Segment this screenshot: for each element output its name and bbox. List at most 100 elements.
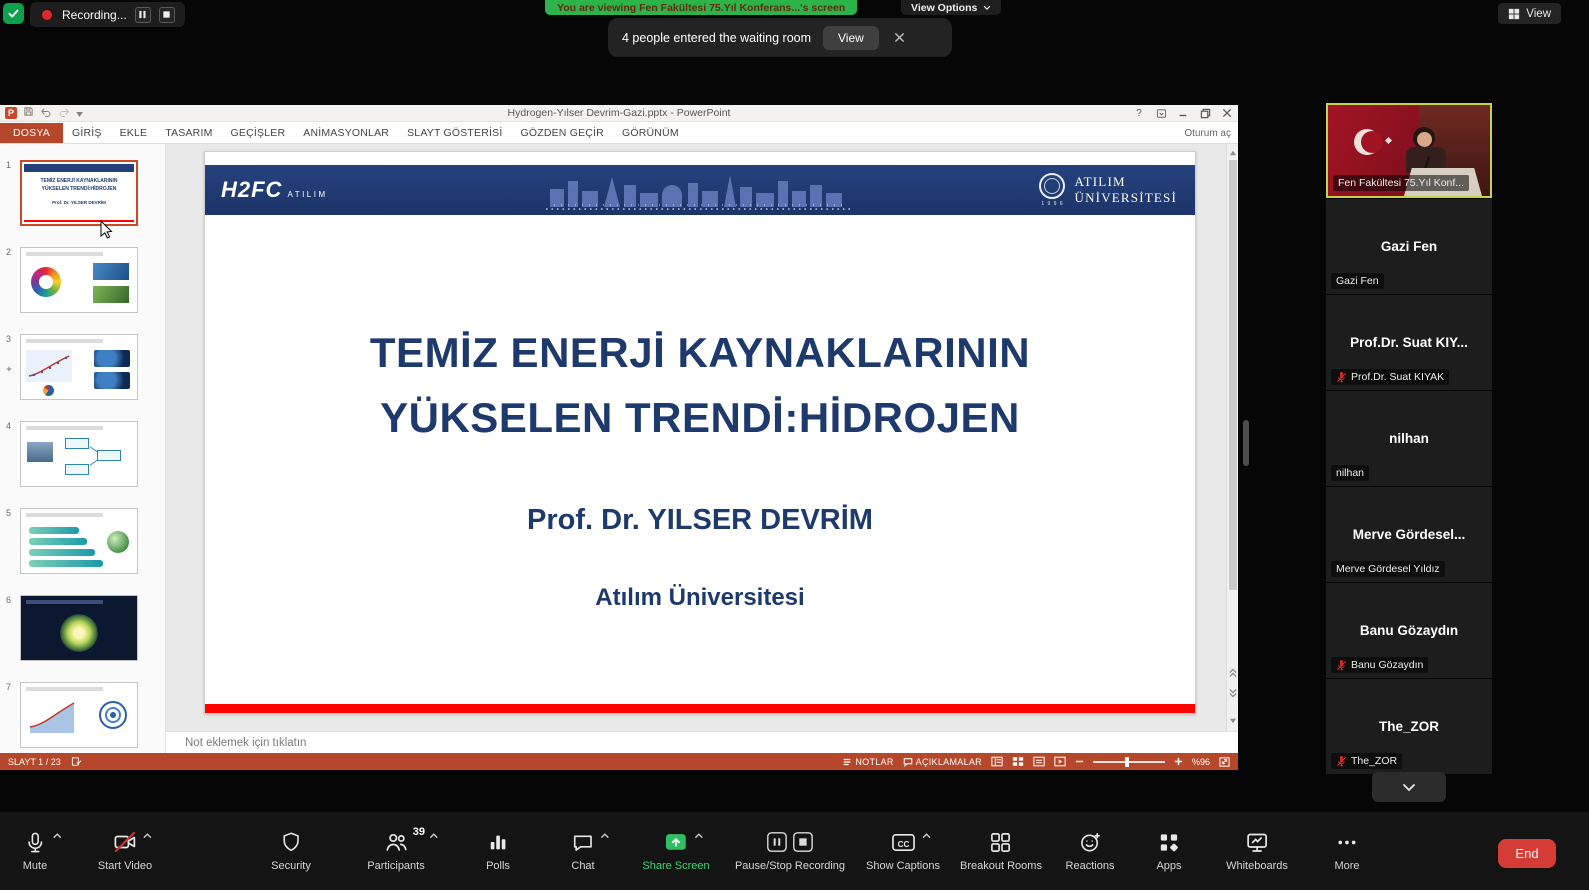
spellcheck-icon[interactable]: [71, 756, 82, 767]
shared-screen-scrollbar[interactable]: [1243, 420, 1249, 466]
view-options-button[interactable]: View Options: [901, 0, 1002, 15]
breakout-rooms-button[interactable]: Breakout Rooms: [960, 829, 1042, 872]
scrollbar-thumb[interactable]: [1229, 160, 1237, 590]
chevron-up-icon[interactable]: [53, 832, 62, 839]
slide-scrollbar[interactable]: [1226, 144, 1238, 731]
slide-1[interactable]: H2FC ATILIM 1 9 9 6 ATILIM ÜNİVERSİTESİ …: [204, 151, 1196, 714]
slide-number: 1: [6, 160, 12, 170]
participant-name-label: Prof.Dr. Suat KIYAK: [1331, 369, 1450, 385]
zoom-level[interactable]: %96: [1192, 757, 1210, 767]
mute-button[interactable]: Mute: [23, 829, 61, 872]
start-video-button[interactable]: Start Video: [98, 829, 152, 872]
notes-area[interactable]: Not eklemek için tıklatın: [166, 731, 1238, 753]
slide-title[interactable]: TEMİZ ENERJİ KAYNAKLARININ YÜKSELEN TREN…: [205, 320, 1195, 450]
tab-tasarim[interactable]: TASARIM: [156, 123, 221, 143]
breakout-rooms-icon: [991, 832, 1011, 852]
slide-thumbnail-panel[interactable]: 1 TEMİZ ENERJİ KAYNAKLARININ YÜKSELEN TR…: [0, 144, 166, 753]
zoom-slider-thumb[interactable]: [1124, 756, 1129, 767]
slide-thumbnail-5[interactable]: [20, 508, 138, 574]
participants-button[interactable]: 39 Participants: [367, 826, 438, 872]
slide-thumbnail-1[interactable]: TEMİZ ENERJİ KAYNAKLARININ YÜKSELEN TREN…: [20, 160, 138, 226]
toast-view-button[interactable]: View: [823, 25, 879, 50]
chevron-up-icon[interactable]: [922, 832, 931, 839]
recording-label: Recording...: [62, 7, 127, 22]
video-tile-speaker[interactable]: Fen Fakültesi 75.Yıl Konf...: [1326, 103, 1492, 198]
zoom-slider[interactable]: [1092, 756, 1165, 767]
undo-icon[interactable]: [40, 104, 52, 122]
thumbnail-row-5: 5: [0, 508, 165, 574]
chevron-up-icon[interactable]: [694, 832, 703, 839]
scroll-up-icon[interactable]: [1227, 146, 1239, 159]
reading-view-icon[interactable]: [1033, 756, 1045, 767]
participants-count-badge: 39: [412, 826, 425, 838]
chat-button[interactable]: Chat: [571, 829, 609, 872]
security-shield-icon[interactable]: [3, 3, 24, 24]
video-tile-participant[interactable]: Banu Gözaydın Banu Gözaydın: [1326, 583, 1492, 678]
slide-thumbnail-6[interactable]: [20, 595, 138, 661]
reactions-button[interactable]: Reactions: [1066, 829, 1114, 872]
help-icon[interactable]: ?: [1128, 105, 1150, 121]
comments-icon: [903, 757, 913, 767]
collapse-strip-button[interactable]: [1372, 772, 1446, 802]
slide-canvas[interactable]: H2FC ATILIM 1 9 9 6 ATILIM ÜNİVERSİTESİ …: [166, 144, 1238, 731]
video-tile-participant[interactable]: nilhan nilhan: [1326, 391, 1492, 486]
thumbnail-row-2: 2: [0, 247, 165, 313]
pause-recording-icon[interactable]: [134, 6, 151, 23]
sign-in-link[interactable]: Oturum aç: [1184, 123, 1231, 144]
slide-presenter[interactable]: Prof. Dr. YILSER DEVRİM: [205, 504, 1195, 537]
close-icon[interactable]: [1216, 105, 1238, 121]
view-layout-button[interactable]: View: [1498, 3, 1561, 24]
restore-icon[interactable]: [1194, 105, 1216, 121]
end-meeting-button[interactable]: End: [1498, 839, 1556, 868]
slide-thumbnail-7[interactable]: [20, 682, 138, 748]
share-screen-button[interactable]: Share Screen: [642, 829, 710, 872]
tab-gorunum[interactable]: GÖRÜNÜM: [613, 123, 688, 143]
tab-ekle[interactable]: EKLE: [111, 123, 157, 143]
fit-to-window-icon[interactable]: [1219, 756, 1230, 767]
previous-slide-icon[interactable]: [1227, 666, 1239, 679]
more-button[interactable]: More: [1334, 829, 1360, 872]
save-icon[interactable]: [23, 104, 34, 122]
polls-button[interactable]: Polls: [486, 829, 510, 872]
slide-thumbnail-2[interactable]: [20, 247, 138, 313]
chevron-up-icon[interactable]: [143, 832, 152, 839]
tab-dosya[interactable]: DOSYA: [0, 123, 63, 143]
slide-number: 5: [6, 508, 12, 518]
slide-thumbnail-3[interactable]: [20, 334, 138, 400]
pause-stop-recording-button[interactable]: Pause/Stop Recording: [735, 829, 845, 872]
zoom-out-icon[interactable]: [1075, 757, 1084, 766]
video-tile-participant[interactable]: Prof.Dr. Suat KIY... Prof.Dr. Suat KIYAK: [1326, 295, 1492, 390]
scroll-down-icon[interactable]: [1227, 714, 1239, 727]
tab-gecisler[interactable]: GEÇİŞLER: [222, 123, 295, 143]
toast-close-icon[interactable]: [891, 29, 909, 47]
tab-gozden-gecir[interactable]: GÖZDEN GEÇİR: [511, 123, 613, 143]
minimize-icon[interactable]: [1172, 105, 1194, 121]
chevron-up-icon[interactable]: [429, 832, 438, 839]
apps-button[interactable]: Apps: [1156, 829, 1182, 872]
closed-captions-icon: CC: [891, 833, 915, 851]
notes-toggle-button[interactable]: NOTLAR: [842, 757, 893, 767]
slide-thumbnail-4[interactable]: [20, 421, 138, 487]
video-tile-participant[interactable]: The_ZOR The_ZOR: [1326, 679, 1492, 774]
security-button[interactable]: Security: [271, 829, 311, 872]
comments-toggle-button[interactable]: AÇIKLAMALAR: [903, 757, 982, 767]
ribbon-display-options-icon[interactable]: [1150, 105, 1172, 121]
video-tile-participant[interactable]: Merve Gördesel... Merve Gördesel Yıldız: [1326, 487, 1492, 582]
slideshow-view-icon[interactable]: [1054, 756, 1066, 767]
show-captions-button[interactable]: CC Show Captions: [866, 829, 940, 872]
redo-icon[interactable]: [58, 104, 70, 122]
tab-giris[interactable]: GİRİŞ: [63, 123, 111, 143]
next-slide-icon[interactable]: [1227, 686, 1239, 699]
whiteboards-button[interactable]: Whiteboards: [1226, 829, 1288, 872]
qat-dropdown-icon[interactable]: [76, 104, 83, 122]
chevron-up-icon[interactable]: [601, 832, 610, 839]
normal-view-icon[interactable]: [991, 756, 1003, 767]
stop-recording-icon[interactable]: [158, 6, 175, 23]
video-tile-participant[interactable]: Gazi Fen Gazi Fen: [1326, 199, 1492, 294]
zoom-in-icon[interactable]: [1174, 757, 1183, 766]
slide-affiliation[interactable]: Atılım Üniversitesi: [205, 584, 1195, 612]
tab-animasyonlar[interactable]: ANİMASYONLAR: [294, 123, 398, 143]
slide-sorter-view-icon[interactable]: [1012, 756, 1024, 767]
tab-slayt-gosterisi[interactable]: SLAYT GÖSTERİSİ: [398, 123, 511, 143]
whiteboard-icon: [1247, 833, 1267, 852]
